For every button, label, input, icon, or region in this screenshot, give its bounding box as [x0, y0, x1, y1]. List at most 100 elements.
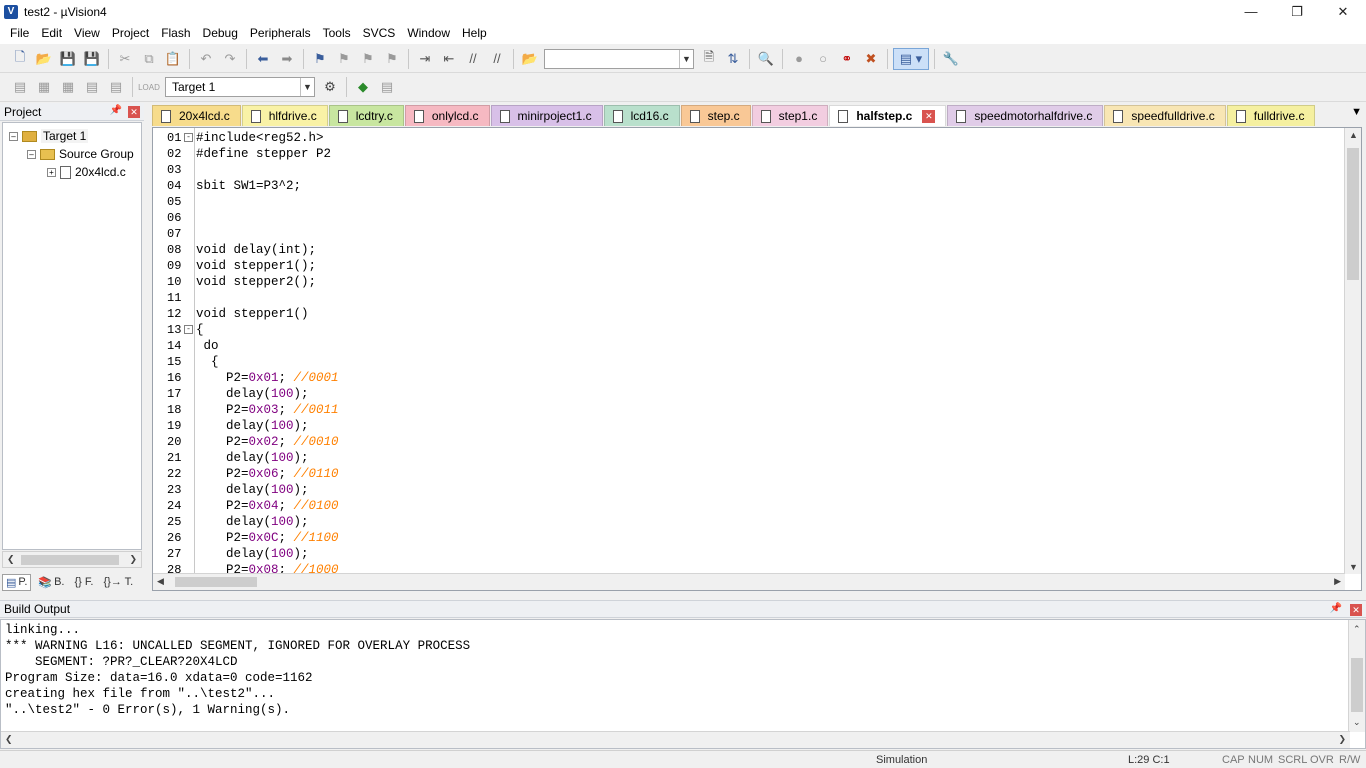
- clear-bookmarks-icon[interactable]: ⚑: [381, 48, 403, 70]
- scroll-up-icon[interactable]: ▲: [1349, 130, 1358, 140]
- tab-books[interactable]: 📚 B.: [35, 575, 67, 590]
- file-tab[interactable]: 20x4lcd.c: [152, 105, 241, 126]
- code-line[interactable]: 21 delay(100);: [153, 450, 1345, 466]
- code-line[interactable]: 15 {: [153, 354, 1345, 370]
- breakpoint-disable-icon[interactable]: ○: [812, 48, 834, 70]
- scroll-left-icon[interactable]: ❮: [7, 554, 15, 565]
- menu-file[interactable]: File: [4, 23, 35, 44]
- code-line[interactable]: 25 delay(100);: [153, 514, 1345, 530]
- kill-all-breakpoints-icon[interactable]: ✖: [860, 48, 882, 70]
- pin-icon[interactable]: 📌: [1330, 603, 1342, 614]
- cut-icon[interactable]: ✂: [114, 48, 136, 70]
- menu-view[interactable]: View: [68, 23, 106, 44]
- close-icon[interactable]: ✕: [1320, 0, 1366, 23]
- disable-all-breakpoints-icon[interactable]: ⚭: [836, 48, 858, 70]
- copy-icon[interactable]: ⧉: [138, 48, 160, 70]
- incremental-find-icon[interactable]: ⇅: [722, 48, 744, 70]
- code-line[interactable]: 22 P2=0x06; //0110: [153, 466, 1345, 482]
- menu-edit[interactable]: Edit: [35, 23, 68, 44]
- scroll-right-icon[interactable]: ▶: [1334, 576, 1341, 587]
- expand-icon[interactable]: +: [47, 167, 56, 177]
- code-line[interactable]: 14 do: [153, 338, 1345, 354]
- file-tab[interactable]: step1.c: [751, 105, 829, 126]
- chevron-down-icon[interactable]: ▼: [300, 78, 314, 96]
- navigate-back-icon[interactable]: ⬅: [252, 48, 274, 70]
- file-tab[interactable]: speedmotorhalfdrive.c: [947, 105, 1104, 126]
- scroll-right-icon[interactable]: ❯: [129, 554, 137, 565]
- menu-svcs[interactable]: SVCS: [357, 23, 402, 44]
- bookmark-icon[interactable]: ⚑: [309, 48, 331, 70]
- new-file-icon[interactable]: 🗋: [9, 48, 31, 70]
- code-line[interactable]: 12 void stepper1(): [153, 306, 1345, 322]
- save-all-icon[interactable]: 💾: [81, 48, 103, 70]
- file-tab[interactable]: minirpoject1.c: [490, 105, 603, 126]
- code-line[interactable]: 16 P2=0x01; //0001: [153, 370, 1345, 386]
- tab-overflow-icon[interactable]: ▼: [1351, 106, 1362, 118]
- open-file-icon[interactable]: 📂: [33, 48, 55, 70]
- tab-functions[interactable]: {} F.: [72, 575, 97, 589]
- menu-peripherals[interactable]: Peripherals: [244, 23, 317, 44]
- stop-build-icon[interactable]: ▤: [105, 76, 127, 98]
- scroll-right-icon[interactable]: ❯: [1338, 734, 1346, 745]
- download-load-icon[interactable]: LOAD: [138, 76, 160, 98]
- unindent-icon[interactable]: ⇤: [438, 48, 460, 70]
- tab-project[interactable]: ▤ P.: [2, 573, 32, 591]
- find-in-files-icon[interactable]: 📂: [519, 48, 541, 70]
- file-tab[interactable]: fulldrive.c: [1226, 105, 1316, 126]
- find-icon[interactable]: 🗎: [698, 48, 720, 70]
- scroll-left-icon[interactable]: ◀: [157, 576, 164, 587]
- build-icon[interactable]: ▦: [33, 76, 55, 98]
- tree-node-source-group[interactable]: – Source Group: [27, 145, 134, 163]
- restore-icon[interactable]: ❐: [1274, 0, 1320, 23]
- file-tab[interactable]: step.c: [680, 105, 751, 126]
- scroll-down-icon[interactable]: ⌄: [1353, 717, 1361, 728]
- menu-project[interactable]: Project: [106, 23, 155, 44]
- debug-session-icon[interactable]: 🔍: [755, 48, 777, 70]
- code-line[interactable]: 20 P2=0x02; //0010: [153, 434, 1345, 450]
- code-line[interactable]: 26 P2=0x0C; //1100: [153, 530, 1345, 546]
- comment-icon[interactable]: //: [462, 48, 484, 70]
- menu-window[interactable]: Window: [401, 23, 456, 44]
- scroll-thumb[interactable]: [21, 555, 119, 565]
- scroll-up-icon[interactable]: ⌃: [1353, 624, 1361, 635]
- fold-toggle-icon[interactable]: -: [184, 325, 193, 334]
- file-tab[interactable]: halfstep.c ✕: [829, 105, 947, 126]
- editor-horizontal-scrollbar[interactable]: ◀ ▶: [153, 573, 1345, 590]
- batch-build-icon[interactable]: ▤: [81, 76, 103, 98]
- close-icon[interactable]: ✕: [1350, 604, 1362, 616]
- project-horizontal-scrollbar[interactable]: ❮ ❯: [2, 551, 142, 568]
- code-line[interactable]: 23 delay(100);: [153, 482, 1345, 498]
- target-options-icon[interactable]: ⚙: [319, 76, 341, 98]
- next-bookmark-icon[interactable]: ⚑: [357, 48, 379, 70]
- tree-node-target[interactable]: – Target 1: [9, 127, 89, 145]
- code-line[interactable]: 01- #include<reg52.h>: [153, 130, 1345, 146]
- save-icon[interactable]: 💾: [57, 48, 79, 70]
- rebuild-icon[interactable]: ▦: [57, 76, 79, 98]
- undo-icon[interactable]: ↶: [195, 48, 217, 70]
- code-line[interactable]: 05: [153, 194, 1345, 210]
- code-line[interactable]: 24 P2=0x04; //0100: [153, 498, 1345, 514]
- target-select[interactable]: Target 1 ▼: [165, 77, 315, 97]
- minimize-icon[interactable]: —: [1228, 0, 1274, 23]
- file-tab[interactable]: hlfdrive.c: [241, 105, 328, 126]
- navigate-forward-icon[interactable]: ➡: [276, 48, 298, 70]
- code-line[interactable]: 08 void delay(int);: [153, 242, 1345, 258]
- code-line[interactable]: 06: [153, 210, 1345, 226]
- find-combo[interactable]: ▼: [544, 48, 694, 69]
- scroll-left-icon[interactable]: ❮: [5, 734, 13, 745]
- file-tab[interactable]: lcd16.c: [603, 105, 680, 126]
- code-line[interactable]: 27 delay(100);: [153, 546, 1345, 562]
- code-line[interactable]: 19 delay(100);: [153, 418, 1345, 434]
- collapse-icon[interactable]: –: [27, 149, 36, 159]
- manage-components-icon[interactable]: ◆: [352, 76, 374, 98]
- code-editor[interactable]: 01- #include<reg52.h> 02 #define stepper P2…: [152, 127, 1362, 591]
- select-packet-icon[interactable]: ▤: [376, 76, 398, 98]
- tab-templates[interactable]: {}→ T.: [100, 575, 136, 589]
- code-line[interactable]: 04 sbit SW1=P3^2;: [153, 178, 1345, 194]
- file-tab[interactable]: onlylcd.c: [404, 105, 490, 126]
- tree-node-file[interactable]: + 20x4lcd.c: [47, 163, 126, 181]
- chevron-down-icon[interactable]: ▼: [679, 49, 693, 68]
- close-icon[interactable]: ✕: [128, 106, 140, 118]
- close-tab-icon[interactable]: ✕: [922, 109, 936, 123]
- prev-bookmark-icon[interactable]: ⚑: [333, 48, 355, 70]
